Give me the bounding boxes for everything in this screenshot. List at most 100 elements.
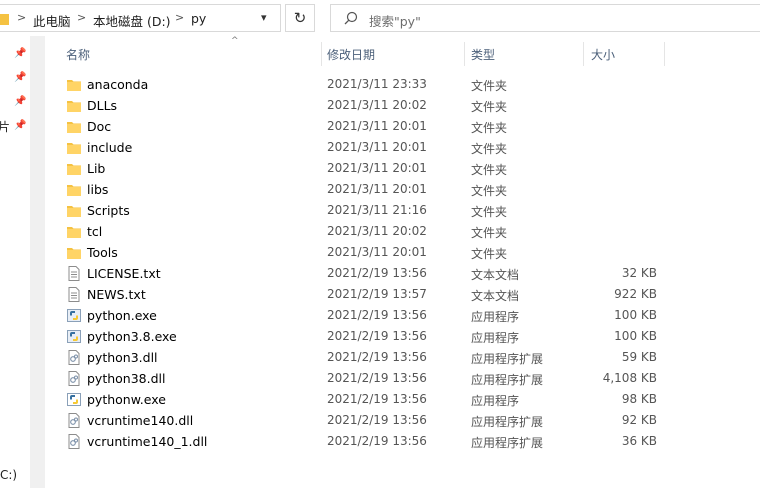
file-date: 2021/3/11 20:02 xyxy=(327,224,427,238)
nav-item-partial[interactable]: 片 xyxy=(0,118,10,135)
file-row[interactable]: LICENSE.txt 2021/2/19 13:56 文本文档 32 KB xyxy=(45,263,760,284)
file-date: 2021/3/11 20:01 xyxy=(327,161,427,175)
file-name[interactable]: Doc xyxy=(87,119,111,134)
file-type: 应用程序扩展 xyxy=(471,436,544,450)
file-row[interactable]: pythonw.exe 2021/2/19 13:56 应用程序 98 KB xyxy=(45,389,760,410)
file-row[interactable]: DLLs 2021/3/11 20:02 文件夹 xyxy=(45,95,760,116)
file-row[interactable]: Tools 2021/3/11 20:01 文件夹 xyxy=(45,242,760,263)
file-size: 100 KB xyxy=(614,329,657,343)
file-type: 文件夹 xyxy=(471,163,508,177)
column-header-size[interactable]: 大小 xyxy=(591,46,615,63)
file-row[interactable]: python.exe 2021/2/19 13:56 应用程序 100 KB xyxy=(45,305,760,326)
file-size: 59 KB xyxy=(621,350,657,364)
file-size: 36 KB xyxy=(621,434,657,448)
file-type: 应用程序扩展 xyxy=(471,415,544,429)
pin-icon[interactable]: 📌 xyxy=(14,96,26,107)
dll-file-icon xyxy=(67,413,81,428)
folder-icon xyxy=(67,119,81,134)
file-name[interactable]: LICENSE.txt xyxy=(87,266,161,281)
file-date: 2021/3/11 23:33 xyxy=(327,77,427,91)
folder-icon xyxy=(67,161,81,176)
file-row[interactable]: vcruntime140.dll 2021/2/19 13:56 应用程序扩展 92 … xyxy=(45,410,760,431)
file-name[interactable]: anaconda xyxy=(87,77,148,92)
file-date: 2021/2/19 13:56 xyxy=(327,371,427,385)
column-header-name[interactable]: 名称 xyxy=(66,46,90,63)
nav-item-drive-c-partial[interactable]: C:) xyxy=(0,468,17,482)
file-row[interactable]: include 2021/3/11 20:01 文件夹 xyxy=(45,137,760,158)
breadcrumb-this-pc[interactable]: 此电脑 xyxy=(33,11,71,30)
file-size: 4,108 KB xyxy=(602,371,657,385)
file-date: 2021/2/19 13:56 xyxy=(327,308,427,322)
folder-icon xyxy=(67,245,81,260)
file-type: 文件夹 xyxy=(471,100,508,114)
file-name[interactable]: libs xyxy=(87,182,108,197)
file-name[interactable]: Scripts xyxy=(87,203,130,218)
column-divider[interactable] xyxy=(664,42,665,66)
file-row[interactable]: python3.dll 2021/2/19 13:56 应用程序扩展 59 KB xyxy=(45,347,760,368)
chevron-down-icon[interactable]: ▾ xyxy=(261,11,267,24)
file-date: 2021/3/11 20:01 xyxy=(327,182,427,196)
file-row[interactable]: tcl 2021/3/11 20:02 文件夹 xyxy=(45,221,760,242)
file-name[interactable]: DLLs xyxy=(87,98,117,113)
sort-up-icon: ^ xyxy=(231,36,239,46)
file-name[interactable]: Tools xyxy=(87,245,118,260)
pin-icon[interactable]: 📌 xyxy=(14,48,26,59)
file-name[interactable]: tcl xyxy=(87,224,102,239)
column-header-type[interactable]: 类型 xyxy=(471,46,495,63)
breadcrumb-py[interactable]: py xyxy=(191,11,206,26)
file-type: 应用程序扩展 xyxy=(471,373,544,387)
python-exe-icon xyxy=(67,329,81,344)
file-row[interactable]: vcruntime140_1.dll 2021/2/19 13:56 应用程序扩展 3… xyxy=(45,431,760,452)
file-row[interactable]: Lib 2021/3/11 20:01 文件夹 xyxy=(45,158,760,179)
folder-icon xyxy=(0,14,9,25)
file-row[interactable]: python3.8.exe 2021/2/19 13:56 应用程序 100 KB xyxy=(45,326,760,347)
file-row[interactable]: libs 2021/3/11 20:01 文件夹 xyxy=(45,179,760,200)
file-row[interactable]: NEWS.txt 2021/2/19 13:57 文本文档 922 KB xyxy=(45,284,760,305)
file-date: 2021/2/19 13:56 xyxy=(327,266,427,280)
file-name[interactable]: python38.dll xyxy=(87,371,166,386)
file-date: 2021/2/19 13:57 xyxy=(327,287,427,301)
file-size: 32 KB xyxy=(621,266,657,280)
file-name[interactable]: vcruntime140.dll xyxy=(87,413,193,428)
column-divider[interactable] xyxy=(583,42,584,66)
file-row[interactable]: Doc 2021/3/11 20:01 文件夹 xyxy=(45,116,760,137)
file-type: 文件夹 xyxy=(471,226,508,240)
file-row[interactable]: anaconda 2021/3/11 23:33 文件夹 xyxy=(45,74,760,95)
breadcrumb-separator: > xyxy=(175,11,185,24)
search-box[interactable]: 搜索"py" xyxy=(330,4,760,32)
column-header-date[interactable]: 修改日期 xyxy=(327,46,375,63)
file-type: 应用程序 xyxy=(471,394,520,408)
file-name[interactable]: python3.dll xyxy=(87,350,158,365)
refresh-button[interactable]: ↻ xyxy=(285,4,315,32)
nav-scrollbar[interactable] xyxy=(30,36,45,488)
file-name[interactable]: NEWS.txt xyxy=(87,287,146,302)
file-name[interactable]: python.exe xyxy=(87,308,157,323)
file-type: 应用程序 xyxy=(471,331,520,345)
file-name[interactable]: include xyxy=(87,140,132,155)
file-row[interactable]: python38.dll 2021/2/19 13:56 应用程序扩展 4,108 K… xyxy=(45,368,760,389)
file-name[interactable]: pythonw.exe xyxy=(87,392,166,407)
column-divider[interactable] xyxy=(321,42,322,66)
pin-icon[interactable]: 📌 xyxy=(14,72,26,83)
file-name[interactable]: python3.8.exe xyxy=(87,329,177,344)
file-size: 922 KB xyxy=(614,287,657,301)
navigation-pane: 📌 📌 📌 片 📌 xyxy=(0,36,30,488)
column-divider[interactable] xyxy=(464,42,465,66)
breadcrumb-local-disk[interactable]: 本地磁盘 (D:) xyxy=(93,11,171,30)
file-type: 文件夹 xyxy=(471,184,508,198)
file-row[interactable]: Scripts 2021/3/11 21:16 文件夹 xyxy=(45,200,760,221)
folder-icon xyxy=(67,140,81,155)
file-date: 2021/2/19 13:56 xyxy=(327,434,427,448)
file-date: 2021/2/19 13:56 xyxy=(327,413,427,427)
file-size: 92 KB xyxy=(621,413,657,427)
dll-file-icon xyxy=(67,350,81,365)
file-size: 98 KB xyxy=(621,392,657,406)
file-date: 2021/3/11 20:01 xyxy=(327,245,427,259)
file-name[interactable]: Lib xyxy=(87,161,105,176)
address-bar[interactable]: > 此电脑 > 本地磁盘 (D:) > py ▾ xyxy=(0,4,281,32)
file-date: 2021/3/11 20:01 xyxy=(327,119,427,133)
pin-icon[interactable]: 📌 xyxy=(14,120,26,131)
file-type: 文件夹 xyxy=(471,142,508,156)
file-name[interactable]: vcruntime140_1.dll xyxy=(87,434,207,449)
folder-icon xyxy=(67,182,81,197)
